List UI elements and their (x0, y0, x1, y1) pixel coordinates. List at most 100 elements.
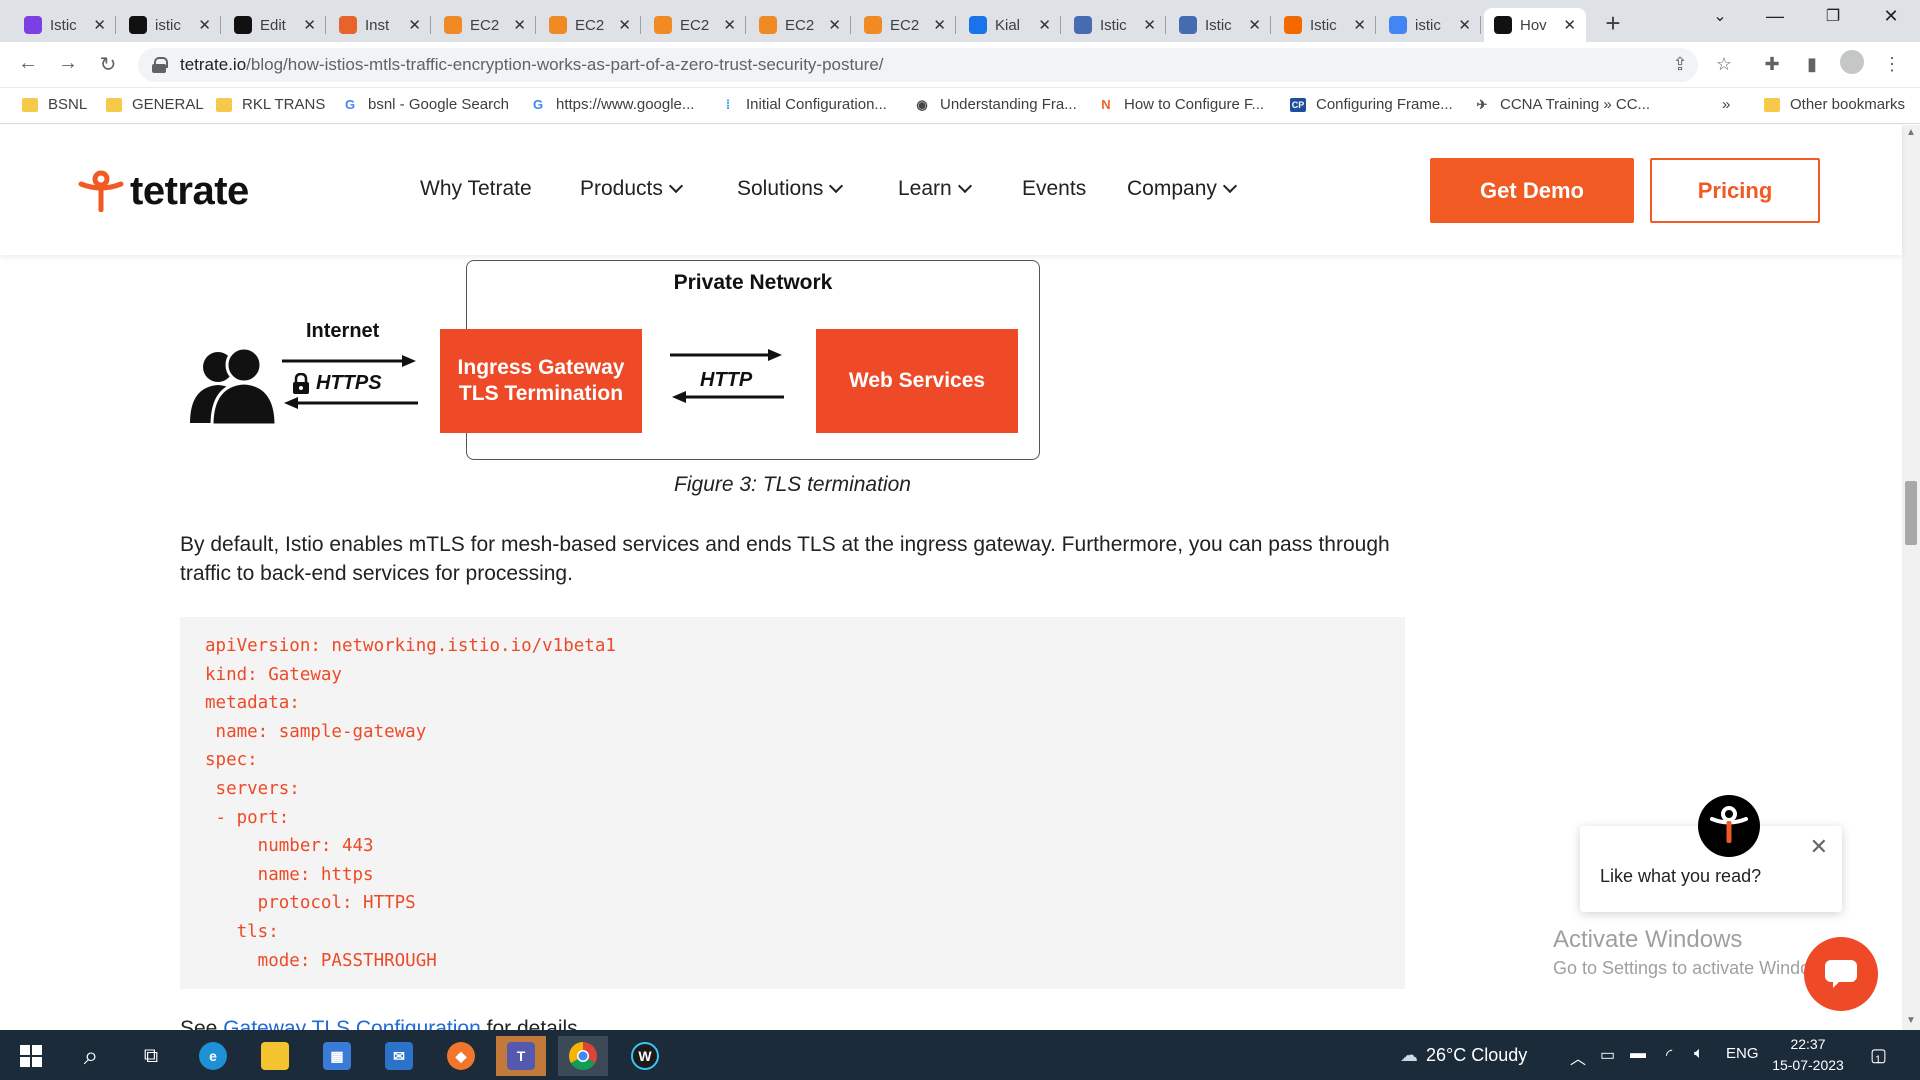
scroll-down-arrow[interactable]: ▼ (1906, 1015, 1916, 1026)
nav-item-why-tetrate[interactable]: Why Tetrate (420, 177, 532, 201)
scroll-up-arrow[interactable]: ▲ (1906, 127, 1916, 138)
browser-tab[interactable]: EC2 ✕ (644, 8, 746, 42)
tetrate-logo[interactable]: tetrate (78, 169, 249, 214)
search-icon[interactable]: ⌕ (66, 1036, 116, 1076)
tab-close-icon[interactable]: ✕ (1038, 16, 1051, 34)
nav-item-events[interactable]: Events (1022, 177, 1086, 201)
store-icon[interactable]: ▦ (312, 1036, 362, 1076)
browser-tab[interactable]: Kial ✕ (959, 8, 1061, 42)
bookmark-item[interactable]: N How to Configure F... (1098, 96, 1264, 113)
menu-kebab-icon[interactable]: ⋮ (1880, 54, 1904, 75)
tab-close-icon[interactable]: ✕ (1353, 16, 1366, 34)
mail-icon[interactable]: ✉ (374, 1036, 424, 1076)
start-button[interactable] (6, 1036, 56, 1076)
chat-prompt-text: Like what you read? (1600, 866, 1762, 886)
volume-icon[interactable]: 🔈︎ (1694, 1045, 1704, 1063)
language-indicator[interactable]: ENG (1726, 1045, 1759, 1062)
new-tab-button[interactable]: + (1598, 8, 1628, 39)
bookmark-item[interactable]: ◉ Understanding Fra... (914, 96, 1076, 113)
chevron-down-icon (957, 178, 972, 194)
restore-button[interactable]: ❐ (1818, 6, 1848, 26)
tab-close-icon[interactable]: ✕ (1143, 16, 1156, 34)
extensions-icon[interactable]: ✚ (1760, 54, 1784, 75)
activate-title: Activate Windows (1553, 926, 1743, 953)
tab-close-icon[interactable]: ✕ (513, 16, 526, 34)
tab-close-icon[interactable]: ✕ (723, 16, 736, 34)
browser-tab[interactable]: Istic ✕ (1169, 8, 1271, 42)
close-window-button[interactable]: ✕ (1876, 6, 1906, 27)
teams-icon[interactable]: T (496, 1036, 546, 1076)
wifi-icon[interactable]: ◜ (1666, 1045, 1672, 1065)
lock-icon[interactable] (152, 57, 168, 73)
tab-close-icon[interactable]: ✕ (1458, 16, 1471, 34)
chrome-icon[interactable] (558, 1036, 608, 1076)
tab-close-icon[interactable]: ✕ (1248, 16, 1261, 34)
more-bookmarks-button[interactable]: » (1722, 96, 1730, 113)
get-demo-button[interactable]: Get Demo (1430, 158, 1634, 223)
url-input[interactable]: tetrate.io/blog/how-istios-mtls-traffic-… (138, 48, 1698, 82)
notifications-icon[interactable]: ▢1 (1870, 1045, 1893, 1066)
forward-button[interactable]: → (54, 52, 82, 75)
close-icon[interactable]: ✕ (1810, 834, 1828, 860)
browser-tab[interactable]: istic ✕ (1379, 8, 1481, 42)
bookmark-item[interactable]: ⁞ Initial Configuration... (720, 96, 887, 113)
tab-close-icon[interactable]: ✕ (408, 16, 421, 34)
tab-close-icon[interactable]: ✕ (933, 16, 946, 34)
bookmark-item[interactable]: Ghttps://www.google... (530, 96, 694, 113)
edge-icon[interactable]: e (188, 1036, 238, 1076)
tab-close-icon[interactable]: ✕ (828, 16, 841, 34)
nav-item-products[interactable]: Products (580, 177, 683, 201)
minimize-button[interactable]: — (1760, 6, 1790, 27)
bookmark-item[interactable]: CP Configuring Frame... (1290, 96, 1453, 113)
file-explorer-icon[interactable] (250, 1036, 300, 1076)
task-view-icon[interactable]: ⧉ (126, 1036, 176, 1076)
browser-tab[interactable]: istic ✕ (119, 8, 221, 42)
bookmark-item[interactable]: ✈ CCNA Training » CC... (1474, 96, 1651, 113)
bookmark-label: bsnl - Google Search (368, 96, 509, 113)
webex-icon[interactable]: W (620, 1036, 670, 1076)
show-hidden-icons-chevron[interactable]: ︿ (1570, 1045, 1586, 1069)
tab-close-icon[interactable]: ✕ (1563, 16, 1576, 34)
gateway-tls-config-link[interactable]: Gateway TLS Configuration (223, 1017, 481, 1030)
bookmark-star-icon[interactable]: ☆ (1712, 54, 1736, 75)
share-icon[interactable]: ⇪ (1668, 54, 1692, 75)
back-button[interactable]: ← (14, 52, 42, 75)
tab-close-icon[interactable]: ✕ (93, 16, 106, 34)
tab-close-icon[interactable]: ✕ (303, 16, 316, 34)
browser-tab[interactable]: Istic ✕ (1274, 8, 1376, 42)
device-icon[interactable]: ▭ (1600, 1045, 1615, 1065)
weather-widget[interactable]: ☁ 26°C Cloudy (1400, 1045, 1527, 1066)
browser-tab[interactable]: EC2 ✕ (434, 8, 536, 42)
other-bookmarks-folder[interactable]: Other bookmarks (1764, 96, 1905, 113)
tab-search-icon[interactable]: ⌄ (1705, 6, 1735, 26)
battery-icon[interactable]: ▬ (1630, 1045, 1646, 1063)
clock-time[interactable]: 22:37 (1768, 1036, 1848, 1052)
profile-avatar[interactable] (1840, 50, 1864, 79)
browser-tab[interactable]: Inst ✕ (329, 8, 431, 42)
nav-item-solutions[interactable]: Solutions (737, 177, 844, 201)
chat-launcher-button[interactable] (1804, 937, 1878, 1011)
tab-close-icon[interactable]: ✕ (198, 16, 211, 34)
side-panel-icon[interactable]: ▮ (1800, 54, 1824, 75)
reload-button[interactable]: ↻ (94, 52, 122, 77)
bookmark-item[interactable]: RKL TRANS (216, 96, 325, 113)
tab-close-icon[interactable]: ✕ (618, 16, 631, 34)
brave-icon[interactable]: ◆ (436, 1036, 486, 1076)
nav-item-learn[interactable]: Learn (898, 177, 972, 201)
bookmark-item[interactable]: GENERAL (106, 96, 204, 113)
weather-text: 26°C Cloudy (1426, 1045, 1528, 1065)
page-scrollbar[interactable]: ▲ ▼ (1902, 125, 1920, 1030)
nav-item-company[interactable]: Company (1127, 177, 1237, 201)
bookmark-item[interactable]: Gbsnl - Google Search (342, 96, 509, 113)
browser-tab[interactable]: Istic ✕ (14, 8, 116, 42)
browser-tab[interactable]: Istic ✕ (1064, 8, 1166, 42)
browser-tab[interactable]: EC2 ✕ (539, 8, 641, 42)
browser-tab[interactable]: EC2 ✕ (854, 8, 956, 42)
scroll-thumb[interactable] (1905, 481, 1917, 545)
clock-date[interactable]: 15-07-2023 (1768, 1057, 1848, 1073)
browser-tab[interactable]: Edit ✕ (224, 8, 326, 42)
browser-tab[interactable]: EC2 ✕ (749, 8, 851, 42)
bookmark-item[interactable]: BSNL (22, 96, 87, 113)
pricing-button[interactable]: Pricing (1650, 158, 1820, 223)
browser-tab[interactable]: Hov ✕ (1484, 8, 1586, 42)
